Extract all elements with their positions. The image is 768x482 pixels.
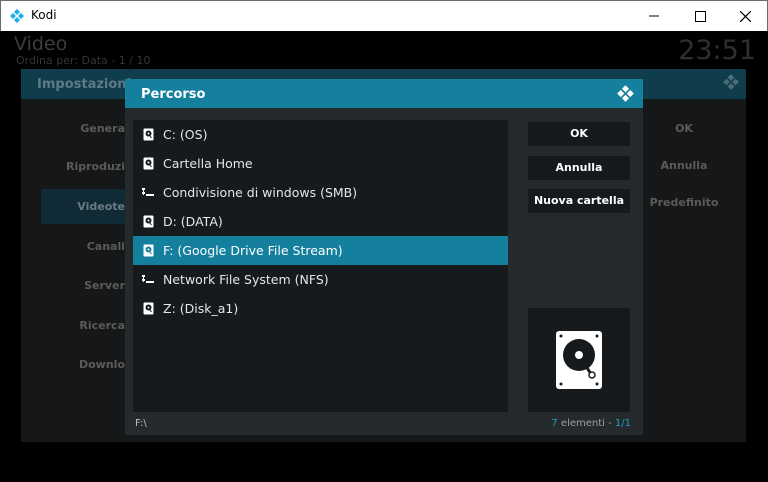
list-item[interactable]: Condivisione di windows (SMB) <box>133 178 508 207</box>
settings-category[interactable]: Genera <box>41 122 125 135</box>
kodi-app: Video Ordina per: Data - 1 / 10 23:51 Im… <box>0 31 768 482</box>
maximize-icon <box>694 10 706 22</box>
minimize-button[interactable] <box>631 1 677 31</box>
hard-drive-icon <box>142 128 154 142</box>
kodi-logo-icon <box>10 9 24 23</box>
item-count-page: 1/1 <box>614 418 631 429</box>
background-cancel-button[interactable]: Annulla <box>640 159 728 172</box>
list-item[interactable]: D: (DATA) <box>133 207 508 236</box>
kodi-logo-icon <box>617 85 634 102</box>
dialog-title: Percorso <box>141 87 206 102</box>
path-browser-dialog: Percorso C: (OS) Cartella Home Condivisi… <box>125 79 643 435</box>
background-ok-button[interactable]: OK <box>640 122 728 135</box>
settings-category[interactable]: Canali <box>41 240 125 253</box>
settings-panel-title: Impostazioni <box>37 77 132 92</box>
maximize-button[interactable] <box>677 1 723 31</box>
background-subtitle: Ordina per: Data - 1 / 10 <box>16 54 151 67</box>
network-icon <box>142 186 154 200</box>
kodi-logo-icon <box>723 74 739 90</box>
current-path: F:\ <box>135 418 147 429</box>
hard-drive-icon <box>142 215 154 229</box>
item-count-text: elementi - <box>557 418 615 429</box>
settings-category[interactable]: Ricerca <box>41 319 125 332</box>
list-item[interactable]: C: (OS) <box>133 120 508 149</box>
hard-drive-icon <box>556 331 602 389</box>
background-title: Video <box>14 33 68 55</box>
settings-category[interactable]: Server <box>41 279 125 292</box>
settings-category-active[interactable]: Videote <box>41 189 125 224</box>
list-item[interactable]: Cartella Home <box>133 149 508 178</box>
new-folder-button[interactable]: Nuova cartella <box>528 189 630 213</box>
hard-drive-icon <box>142 302 154 316</box>
minimize-icon <box>649 15 659 17</box>
source-list: C: (OS) Cartella Home Condivisione di wi… <box>133 120 508 412</box>
window-title: Kodi <box>31 8 57 22</box>
list-item-selected[interactable]: F: (Google Drive File Stream) <box>133 236 508 265</box>
list-item[interactable]: Z: (Disk_a1) <box>133 294 508 323</box>
list-item-label: C: (OS) <box>163 127 208 142</box>
window-titlebar: Kodi <box>0 0 768 31</box>
item-count: 7 elementi - 1/1 <box>551 418 631 429</box>
close-button[interactable] <box>722 1 768 31</box>
list-item[interactable]: Network File System (NFS) <box>133 265 508 294</box>
list-item-label: D: (DATA) <box>163 214 223 229</box>
background-clock: 23:51 <box>678 35 756 66</box>
background-default-button[interactable]: Predefinito <box>640 196 728 209</box>
hard-drive-icon <box>142 244 154 258</box>
list-item-label: F: (Google Drive File Stream) <box>163 243 343 258</box>
ok-button[interactable]: OK <box>528 122 630 146</box>
close-icon <box>739 10 751 22</box>
hard-drive-icon <box>142 157 154 171</box>
list-item-label: Network File System (NFS) <box>163 272 329 287</box>
list-item-label: Z: (Disk_a1) <box>163 301 239 316</box>
list-item-label: Condivisione di windows (SMB) <box>163 185 358 200</box>
cancel-button[interactable]: Annulla <box>528 156 630 180</box>
source-thumbnail <box>528 308 630 412</box>
settings-category[interactable]: Riproduzi <box>41 160 125 173</box>
network-icon <box>142 273 154 287</box>
settings-category[interactable]: Downlo <box>41 358 125 371</box>
list-item-label: Cartella Home <box>163 156 253 171</box>
